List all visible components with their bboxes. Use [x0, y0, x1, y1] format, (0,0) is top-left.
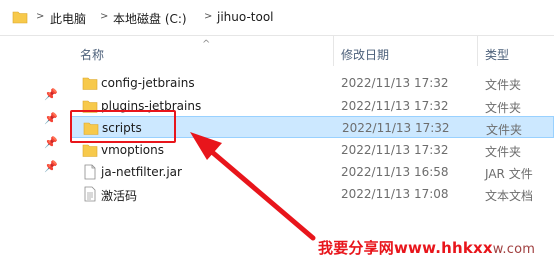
watermark-text: 我要分享网www.hhkxx [318, 239, 493, 257]
file-name: 激活码 [101, 189, 138, 203]
file-modified-date: 2022/11/13 17:32 [342, 121, 450, 135]
pin-icon: 📌 [44, 112, 58, 125]
pin-icon: 📌 [44, 88, 58, 101]
file-type: 文本文档 [485, 189, 534, 203]
breadcrumb-local-disk[interactable]: 本地磁盘 (C:) [113, 10, 187, 27]
column-divider[interactable] [333, 36, 334, 66]
file-modified-date: 2022/11/13 17:32 [341, 76, 449, 90]
file-name: vmoptions [101, 143, 164, 157]
column-date-header[interactable]: 修改日期 [341, 46, 389, 63]
file-type: 文件夹 [485, 145, 522, 159]
breadcrumb-this-pc[interactable]: 此电脑 [50, 10, 86, 27]
breadcrumb-separator[interactable]: > [100, 11, 108, 22]
breadcrumb-jihuo-tool[interactable]: jihuo-tool [217, 10, 274, 24]
file-row[interactable]: 激活码 2022/11/13 17:08 文本文档 [70, 183, 554, 205]
column-name-header[interactable]: 名称 [80, 46, 104, 63]
file-type: 文件夹 [486, 123, 523, 137]
file-name: ja-netfilter.jar [101, 165, 182, 179]
text-file-icon [82, 186, 98, 202]
file-modified-date: 2022/11/13 17:32 [341, 99, 449, 113]
annotation-highlight-box [70, 110, 176, 143]
folder-icon [82, 142, 98, 158]
folder-icon [82, 75, 98, 91]
pin-icon: 📌 [44, 160, 58, 173]
file-type: JAR 文件 [485, 167, 533, 181]
jar-file-icon [82, 164, 98, 180]
column-header: ^ 名称 修改日期 类型 [0, 37, 554, 67]
breadcrumb-separator[interactable]: > [36, 11, 44, 22]
address-bar[interactable]: > 此电脑 > 本地磁盘 (C:) > jihuo-tool [0, 0, 554, 36]
watermark: 我要分享网www.hhkxxw.com [318, 237, 535, 258]
breadcrumb-separator[interactable]: > [204, 11, 212, 22]
column-divider[interactable] [477, 36, 478, 66]
file-row[interactable]: ja-netfilter.jar 2022/11/13 16:58 JAR 文件 [70, 161, 554, 183]
file-row[interactable]: config-jetbrains 2022/11/13 17:32 文件夹 [70, 72, 554, 94]
watermark-tail: w.com [492, 242, 536, 257]
file-modified-date: 2022/11/13 17:08 [341, 187, 449, 201]
folder-icon [12, 11, 28, 24]
file-type: 文件夹 [485, 78, 522, 92]
column-type-header[interactable]: 类型 [485, 46, 509, 63]
sort-ascending-icon: ^ [202, 39, 211, 50]
file-modified-date: 2022/11/13 17:32 [341, 143, 449, 157]
file-name: config-jetbrains [101, 76, 195, 90]
file-type: 文件夹 [485, 101, 522, 115]
pin-icon: 📌 [44, 136, 58, 149]
file-modified-date: 2022/11/13 16:58 [341, 165, 449, 179]
